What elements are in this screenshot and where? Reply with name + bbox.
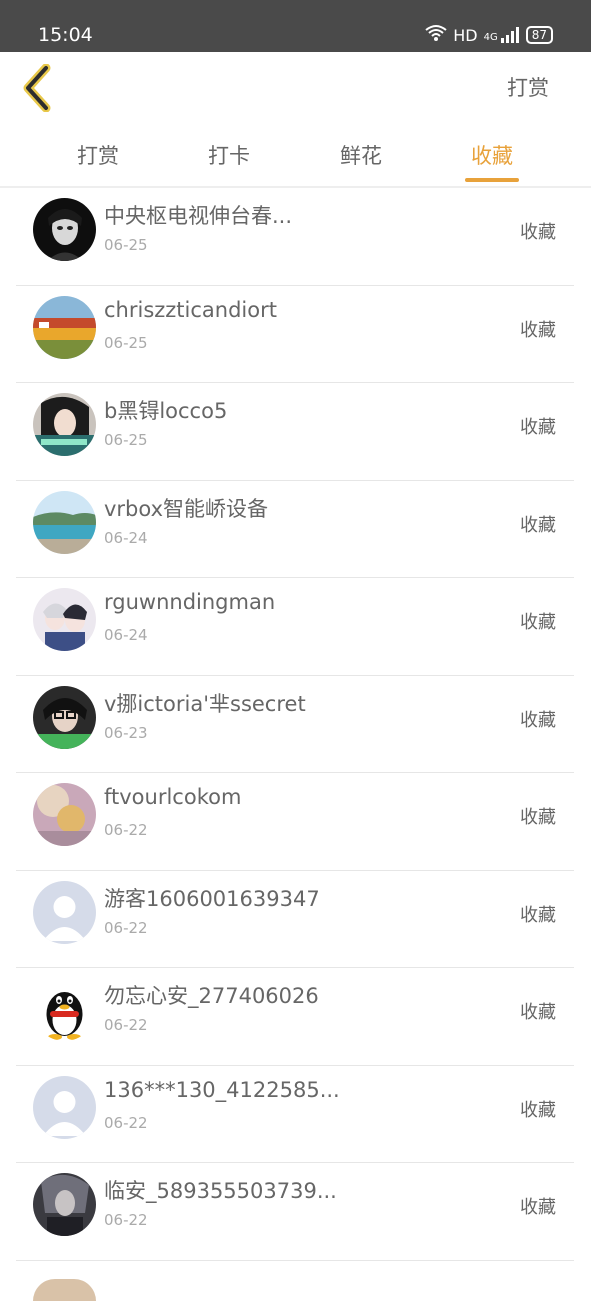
favorite-label: 收藏 [520, 222, 556, 243]
tab-reward[interactable]: 打赏 [62, 140, 134, 170]
list-item[interactable]: 临安_589355503739... 06-22 收藏 [16, 1163, 574, 1261]
nav-bar: 打赏 [0, 52, 591, 124]
user-name: chriszzticandiort [104, 297, 277, 322]
signal-icon: 4G [484, 27, 520, 43]
item-date: 06-22 [104, 821, 148, 839]
avatar [33, 685, 96, 749]
user-name: vrbox智能峤设备 [104, 496, 269, 521]
list-item[interactable]: 勿忘心安_277406026 06-22 收藏 [16, 968, 574, 1066]
avatar [33, 588, 96, 651]
item-date: 06-22 [104, 918, 148, 937]
network-label: HD [453, 25, 478, 45]
active-tab-indicator [465, 178, 519, 182]
tab-bar: 打赏 打卡 鲜花 收藏 [0, 124, 591, 186]
qq-penguin-icon [33, 978, 96, 1041]
avatar [33, 490, 96, 554]
favorite-label: 收藏 [520, 807, 556, 828]
list-item[interactable]: rguwnndingman 06-24 收藏 [16, 578, 574, 676]
tab-flowers[interactable]: 鲜花 [325, 140, 397, 170]
user-name: b黑锝locco5 [104, 399, 228, 423]
avatar [33, 783, 96, 846]
status-indicators: HD 4G 87 [425, 24, 553, 46]
favorite-label: 收藏 [520, 319, 556, 341]
tab-favorites[interactable]: 收藏 [456, 140, 528, 170]
item-date: 06-22 [104, 1016, 148, 1034]
list-item[interactable]: 游客1606001639347 06-22 收藏 [16, 871, 574, 968]
favorite-label: 收藏 [520, 612, 556, 633]
user-name: v挪ictoria'芈ssecret [104, 691, 306, 716]
favorite-label: 收藏 [520, 904, 556, 926]
item-date: 06-25 [104, 333, 148, 352]
favorite-label: 收藏 [520, 1002, 556, 1023]
item-date: 06-23 [104, 723, 148, 742]
default-avatar-icon [33, 880, 96, 944]
list-item[interactable]: v挪ictoria'芈ssecret 06-23 收藏 [16, 676, 574, 773]
user-name: 中央枢电视伸台春... [104, 204, 293, 228]
chevron-left-icon [23, 63, 51, 113]
list-item[interactable]: ftvourlcokom 06-22 收藏 [16, 773, 574, 871]
user-name: 临安_589355503739... [104, 1179, 337, 1203]
avatar [33, 1278, 96, 1301]
item-date: 06-25 [104, 236, 148, 254]
item-date: 06-22 [104, 1113, 148, 1132]
tab-checkin[interactable]: 打卡 [193, 140, 265, 170]
user-name: rguwnndingman [104, 590, 276, 614]
avatar [33, 295, 96, 359]
list-item-partial[interactable] [16, 1261, 574, 1301]
item-date: 06-24 [104, 626, 148, 644]
avatar [33, 198, 96, 261]
favorite-label: 收藏 [520, 1099, 556, 1121]
list-item[interactable]: 136***130_4122585... 06-22 收藏 [16, 1066, 574, 1163]
favorite-label: 收藏 [520, 709, 556, 731]
signal-label: 4G [483, 32, 498, 43]
back-button[interactable] [16, 63, 64, 113]
wifi-icon [425, 24, 447, 46]
favorites-list: 中央枢电视伸台春... 06-25 收藏 chriszzticandiort 0… [16, 188, 574, 1301]
item-date: 06-22 [104, 1211, 148, 1229]
list-item[interactable]: chriszzticandiort 06-25 收藏 [16, 286, 574, 383]
avatar [33, 393, 96, 456]
avatar [33, 1173, 96, 1236]
reward-button[interactable]: 打赏 [507, 72, 549, 102]
user-name: ftvourlcokom [104, 785, 242, 809]
favorite-label: 收藏 [520, 514, 556, 536]
item-date: 06-24 [104, 528, 148, 547]
user-name: 勿忘心安_277406026 [104, 984, 319, 1008]
favorite-label: 收藏 [520, 417, 556, 438]
list-item[interactable]: vrbox智能峤设备 06-24 收藏 [16, 481, 574, 578]
list-item[interactable]: 中央枢电视伸台春... 06-25 收藏 [16, 188, 574, 286]
battery-indicator: 87 [525, 26, 553, 44]
list-item[interactable]: b黑锝locco5 06-25 收藏 [16, 383, 574, 481]
status-time: 15:04 [38, 24, 93, 46]
item-date: 06-25 [104, 431, 148, 449]
default-avatar-icon [33, 1075, 96, 1139]
user-name: 游客1606001639347 [104, 886, 320, 911]
user-name: 136***130_4122585... [104, 1077, 340, 1102]
favorite-label: 收藏 [520, 1197, 556, 1218]
status-bar: 15:04 HD 4G 87 [0, 0, 591, 52]
